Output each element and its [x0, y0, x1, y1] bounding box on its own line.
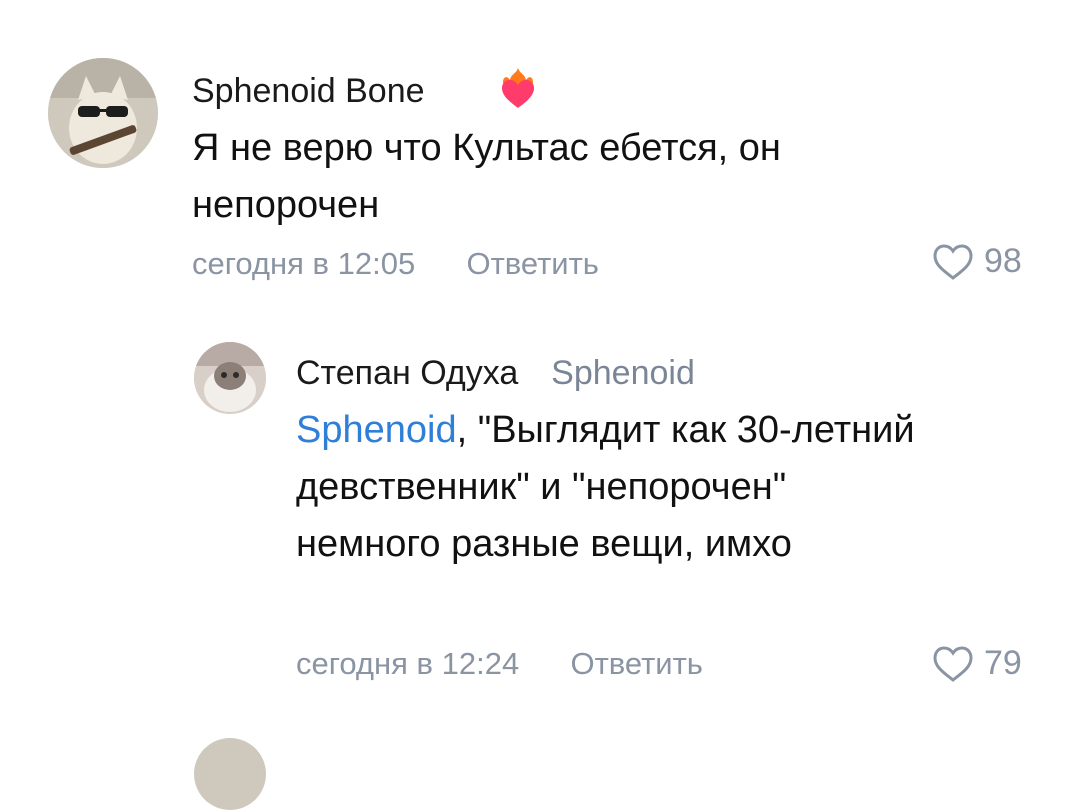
cat-with-sunglasses-avatar	[48, 58, 158, 168]
reply-button[interactable]: Ответить	[570, 646, 703, 681]
cat-avatar	[194, 342, 266, 414]
like-button[interactable]: 98	[932, 242, 1022, 281]
comment-text: Я не верю что Культас ебется, он непороч…	[192, 127, 781, 226]
reply-author-line: Степан Одуха Sphenoid	[296, 354, 695, 393]
like-count: 79	[984, 644, 1022, 682]
like-count: 98	[984, 242, 1022, 280]
heart-outline-icon	[933, 645, 973, 682]
comment-author[interactable]: Sphenoid Bone	[192, 72, 425, 111]
avatar[interactable]	[194, 342, 266, 414]
avatar[interactable]	[48, 58, 158, 168]
timestamp: сегодня в 12:05	[192, 246, 416, 281]
mention-link[interactable]: Sphenoid	[296, 409, 457, 451]
reply-to-name[interactable]: Sphenoid	[551, 354, 695, 392]
reply-button[interactable]: Ответить	[466, 246, 599, 281]
reply-meta: сегодня в 12:24 Ответить	[296, 646, 703, 682]
flaming-heart-icon	[502, 68, 534, 108]
author-name[interactable]: Степан Одуха	[296, 354, 518, 392]
reply-text: Sphenoid, "Выглядит как 30-летний девств…	[296, 402, 936, 573]
like-button[interactable]: 79	[932, 644, 1022, 683]
timestamp: сегодня в 12:24	[296, 646, 520, 681]
author-name[interactable]: Sphenoid Bone	[192, 72, 425, 110]
heart-outline-icon	[933, 243, 973, 280]
avatar[interactable]	[194, 738, 266, 810]
comment-meta: сегодня в 12:05 Ответить	[192, 246, 599, 282]
